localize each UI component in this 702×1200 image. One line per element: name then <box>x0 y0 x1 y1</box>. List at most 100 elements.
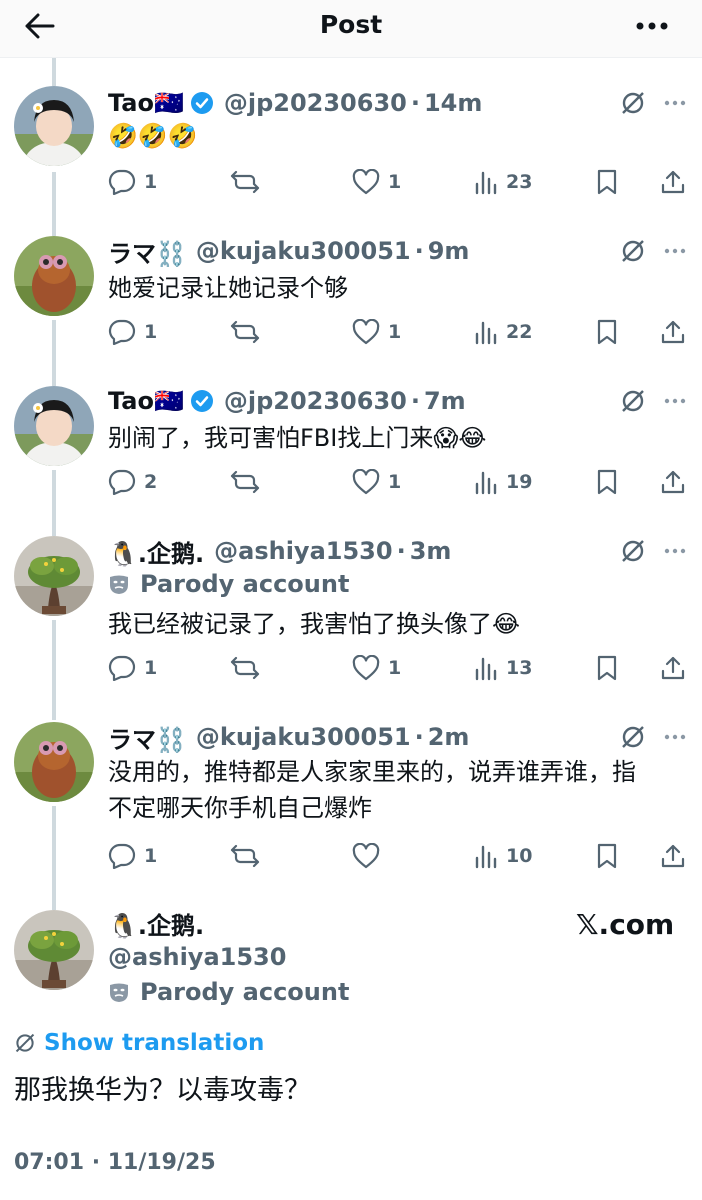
bookmark-button[interactable] <box>596 838 618 874</box>
bookmark-button[interactable] <box>596 464 618 500</box>
translate-button[interactable] <box>618 88 648 118</box>
views-button[interactable]: 23 <box>474 164 532 200</box>
views-icon <box>474 843 498 869</box>
share-icon <box>660 469 686 495</box>
reply-button[interactable]: 1 <box>108 314 157 350</box>
post-text: 那我换华为？以毒攻毒？ <box>14 1075 311 1106</box>
avatar[interactable] <box>14 236 94 316</box>
like-count: 1 <box>388 657 402 679</box>
action-bar: 1 1 13 <box>108 650 688 686</box>
display-name[interactable]: Tao🇦🇺 <box>108 387 184 415</box>
display-name[interactable]: ラマ⛓️ <box>108 234 186 269</box>
repost-button[interactable] <box>230 314 268 350</box>
reply-button[interactable]: 2 <box>108 464 157 500</box>
like-button[interactable]: 1 <box>352 650 401 686</box>
handle[interactable]: @ashiya1530 <box>108 943 286 971</box>
share-button[interactable] <box>660 314 686 350</box>
share-button[interactable] <box>660 164 686 200</box>
avatar[interactable] <box>14 386 94 466</box>
share-button[interactable] <box>660 464 686 500</box>
more-button[interactable] <box>630 6 674 46</box>
reply-button[interactable]: 1 <box>108 838 157 874</box>
reply-header: ラマ⛓️ @kujaku300051 · 9m <box>108 234 469 268</box>
bookmark-button[interactable] <box>596 164 618 200</box>
views-button[interactable]: 13 <box>474 650 532 686</box>
parody-label: Parody account <box>108 570 349 598</box>
views-button[interactable]: 22 <box>474 314 532 350</box>
reply-item[interactable]: Tao🇦🇺 @jp20230630 · 14m 🤣🤣🤣 1 1 23 <box>0 86 702 216</box>
more-button[interactable] <box>660 88 690 118</box>
timestamp[interactable]: 9m <box>428 237 470 265</box>
reply-item[interactable]: Tao🇦🇺 @jp20230630 · 7m 别闹了，我可害怕FBI找上门来😱😂… <box>0 384 702 514</box>
reply-header: ラマ⛓️ @kujaku300051 · 2m <box>108 720 469 754</box>
main-post-header: 🐧.企鹅. <box>108 906 204 940</box>
post-timestamp[interactable]: 07:01 · 11/19/25 <box>14 1150 216 1175</box>
repost-button[interactable] <box>230 164 268 200</box>
views-icon <box>474 169 498 195</box>
avatar[interactable] <box>14 536 94 616</box>
display-name[interactable]: 🐧.企鹅. <box>108 906 204 941</box>
translate-button[interactable] <box>618 386 648 416</box>
share-icon <box>660 169 686 195</box>
more-button[interactable] <box>660 236 690 266</box>
main-post: 🐧.企鹅. 𝕏.com @ashiya1530 Parody account S… <box>0 900 702 1200</box>
like-button[interactable]: 1 <box>352 464 401 500</box>
translate-icon <box>622 92 644 114</box>
handle[interactable]: @kujaku300051 <box>196 237 411 265</box>
parody-label: Parody account <box>108 978 349 1006</box>
views-button[interactable]: 19 <box>474 464 532 500</box>
handle[interactable]: @kujaku300051 <box>196 723 411 751</box>
repost-button[interactable] <box>230 464 268 500</box>
avatar[interactable] <box>14 910 94 990</box>
timestamp[interactable]: 7m <box>424 387 466 415</box>
like-icon <box>352 169 380 195</box>
handle[interactable]: @jp20230630 <box>224 387 407 415</box>
reply-item[interactable]: 🐧.企鹅. @ashiya1530 · 3m Parody account 我已… <box>0 534 702 694</box>
more-icon <box>664 100 686 106</box>
translate-button[interactable] <box>618 536 648 566</box>
reply-item[interactable]: ラマ⛓️ @kujaku300051 · 9m 她爱记录让她记录个够 1 1 2… <box>0 234 702 364</box>
like-button[interactable]: 1 <box>352 164 401 200</box>
timestamp[interactable]: 14m <box>424 89 482 117</box>
reply-button[interactable]: 1 <box>108 650 157 686</box>
translate-button[interactable] <box>618 722 648 752</box>
display-name[interactable]: ラマ⛓️ <box>108 720 186 755</box>
reply-header: Tao🇦🇺 @jp20230630 · 7m <box>108 384 466 418</box>
reply-button[interactable]: 1 <box>108 164 157 200</box>
handle[interactable]: @ashiya1530 <box>214 537 392 565</box>
reply-item[interactable]: ラマ⛓️ @kujaku300051 · 2m 没用的，推特都是人家家里来的，说… <box>0 720 702 880</box>
bookmark-icon <box>596 169 618 195</box>
reply-icon <box>108 843 136 869</box>
more-button[interactable] <box>660 386 690 416</box>
separator-dot: · <box>414 723 424 751</box>
view-count: 13 <box>506 657 533 679</box>
like-button[interactable] <box>352 838 388 874</box>
repost-button[interactable] <box>230 650 268 686</box>
display-name[interactable]: Tao🇦🇺 <box>108 89 184 117</box>
reply-count: 1 <box>144 657 158 679</box>
like-count: 1 <box>388 471 402 493</box>
translate-icon <box>622 726 644 748</box>
reply-text: 🤣🤣🤣 <box>108 122 198 150</box>
repost-button[interactable] <box>230 838 268 874</box>
bookmark-button[interactable] <box>596 314 618 350</box>
translate-button[interactable] <box>618 236 648 266</box>
views-button[interactable]: 10 <box>474 838 532 874</box>
like-button[interactable]: 1 <box>352 314 401 350</box>
share-button[interactable] <box>660 650 686 686</box>
bookmark-button[interactable] <box>596 650 618 686</box>
verified-badge-icon <box>190 91 214 115</box>
timestamp[interactable]: 3m <box>410 537 452 565</box>
show-translation-link[interactable]: Show translation <box>14 1030 264 1056</box>
handle[interactable]: @jp20230630 <box>224 89 407 117</box>
more-button[interactable] <box>660 722 690 752</box>
avatar[interactable] <box>14 722 94 802</box>
x-watermark: 𝕏.com <box>576 908 675 941</box>
avatar[interactable] <box>14 86 94 166</box>
reply-icon <box>108 169 136 195</box>
timestamp[interactable]: 2m <box>428 723 470 751</box>
reply-text: 她爱记录让她记录个够 <box>108 274 348 302</box>
display-name[interactable]: 🐧.企鹅. <box>108 534 204 569</box>
more-button[interactable] <box>660 536 690 566</box>
share-button[interactable] <box>660 838 686 874</box>
